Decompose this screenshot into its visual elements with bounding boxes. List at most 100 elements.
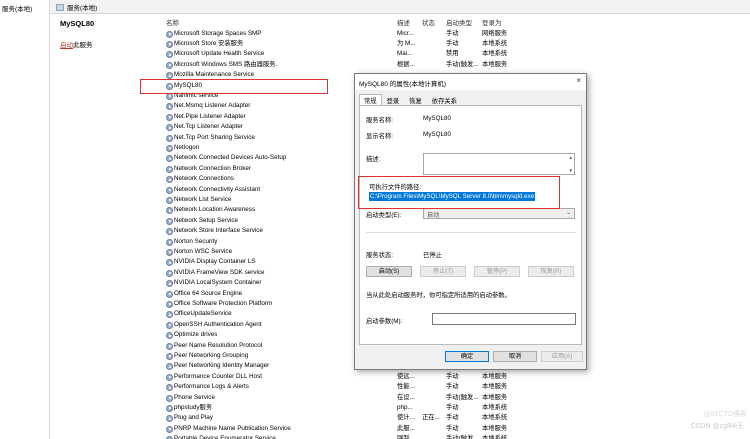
gear-icon	[166, 342, 173, 350]
table-row[interactable]: Microsoft Windows SMS 路由器服务. 根据... 手动(触发..…	[160, 60, 720, 71]
gear-icon	[166, 415, 173, 423]
nav-root-services-local[interactable]: 服务(本地)	[2, 3, 32, 13]
stop-button[interactable]: 停止(T)	[420, 266, 466, 277]
service-startup: 手动	[446, 29, 459, 37]
service-name: Network Connection Broker	[174, 164, 251, 172]
gear-icon	[166, 155, 173, 163]
service-name: Net.Tcp Listener Adapter	[174, 123, 243, 131]
table-row[interactable]: Microsoft Update Health Service Mai... 禁用 本…	[160, 49, 720, 60]
tab-logon[interactable]: 登录	[382, 94, 405, 105]
service-desc: php...	[397, 403, 413, 411]
service-logon: 本地服务	[482, 372, 508, 380]
gear-icon	[166, 30, 173, 38]
column-header-status[interactable]: 状态	[422, 17, 435, 27]
tab-dependencies[interactable]: 依存关系	[427, 94, 462, 105]
column-header-logon[interactable]: 登录为	[482, 17, 502, 27]
ok-button[interactable]: 确定	[445, 351, 489, 362]
service-startup: 手动(触发...	[446, 435, 479, 439]
service-status-label: 服务状态:	[366, 252, 393, 259]
service-name: Network Location Awareness	[174, 206, 256, 214]
table-row[interactable]: Performance Counter DLL Host 使远... 手动 本地服务	[160, 372, 720, 383]
column-header-name[interactable]: 名称	[166, 17, 179, 27]
table-row[interactable]: phpstudy服务 php... 手动 本地系统	[160, 403, 720, 414]
service-name: Optimize drives	[174, 331, 218, 339]
scroll-up-icon[interactable]: ▲	[569, 155, 573, 160]
nav-tree: 服务(本地)	[0, 0, 50, 439]
close-icon[interactable]: ×	[576, 76, 581, 85]
service-name-label: 服务名称:	[366, 117, 393, 124]
service-name: NVIDIA LocalSystem Container	[174, 279, 262, 287]
path-highlight-box	[358, 176, 560, 209]
table-row[interactable]: PNRP Machine Name Publication Service 此服.…	[160, 424, 720, 435]
mysql-highlight-box	[140, 79, 328, 94]
gear-icon	[166, 352, 173, 360]
service-desc: Mai...	[397, 50, 413, 58]
gear-icon	[166, 134, 173, 142]
service-logon: 本地系统	[482, 403, 508, 411]
table-row[interactable]: Portable Device Enumerator Service 强制... 手…	[160, 434, 720, 439]
gear-icon	[166, 248, 173, 256]
table-row[interactable]: Plug and Play 使计... 正在... 手动 本地系统	[160, 413, 720, 424]
service-name: Office Software Protection Platform	[174, 299, 273, 307]
start-link[interactable]: 启动	[60, 42, 73, 49]
service-name: Performance Counter DLL Host	[174, 372, 262, 380]
service-desc: 使计...	[397, 414, 415, 422]
gear-icon	[166, 259, 173, 267]
service-name: Peer Networking Grouping	[174, 351, 249, 359]
scroll-down-icon[interactable]: ▼	[569, 168, 573, 173]
gear-icon	[166, 124, 173, 132]
service-name: Peer Name Resolution Protocol	[174, 341, 263, 349]
resume-button[interactable]: 恢复(R)	[528, 266, 574, 277]
service-name: Network Store Interface Service	[174, 227, 263, 235]
service-name: Net.Tcp Port Sharing Service	[174, 133, 255, 141]
description-field[interactable]: ▲ ▼	[423, 153, 575, 175]
gear-icon	[166, 373, 173, 381]
table-row[interactable]: Microsoft Storage Spaces SMP Micr... 手动 网络服…	[160, 29, 720, 40]
gear-icon	[166, 332, 173, 340]
gear-icon	[166, 290, 173, 298]
apply-button[interactable]: 应用(A)	[541, 351, 583, 362]
gear-icon	[166, 394, 173, 402]
service-name: Norton Security	[174, 237, 218, 245]
service-startup: 手动	[446, 39, 459, 47]
service-name: Network Connectivity Assistant	[174, 185, 261, 193]
dialog-title: MySQL80 的属性(本地计算机)	[359, 81, 447, 88]
service-desc: 使远...	[397, 372, 415, 380]
start-button[interactable]: 启动(S)	[366, 266, 412, 277]
service-name: Network List Service	[174, 195, 232, 203]
selected-service-pane: MySQL80 启动此服务	[51, 14, 159, 439]
gear-icon	[166, 280, 173, 288]
service-name: Portable Device Enumerator Service	[174, 435, 276, 439]
service-logon: 本地系统	[482, 435, 508, 439]
service-logon: 本地服务	[482, 383, 508, 391]
service-status: 正在...	[422, 414, 440, 422]
service-logon: 本地系统	[482, 39, 508, 47]
params-hint: 当从此处启动服务时，你可指定所适用的启动参数。	[366, 292, 511, 299]
tab-general[interactable]: 常规	[359, 94, 382, 105]
table-row[interactable]: Microsoft Store 安装服务 为 M... 手动 本地系统	[160, 39, 720, 50]
cancel-button[interactable]: 取消	[493, 351, 537, 362]
gear-icon	[166, 217, 173, 225]
service-name: NVIDIA Display Container LS	[174, 258, 256, 266]
gear-icon	[166, 40, 173, 48]
service-name: Net.Msmq Listener Adapter	[174, 102, 251, 110]
gear-icon	[166, 51, 173, 59]
start-params-input[interactable]	[432, 313, 576, 325]
service-name: Microsoft Windows SMS 路由器服务.	[174, 60, 278, 68]
pause-button[interactable]: 暂停(P)	[474, 266, 520, 277]
tab-recovery[interactable]: 恢复	[404, 94, 427, 105]
column-header-desc[interactable]: 描述	[397, 17, 410, 27]
column-header-startup[interactable]: 启动类型	[446, 17, 472, 27]
service-name: Network Connected Devices Auto-Setup	[174, 154, 287, 162]
gear-icon	[166, 144, 173, 152]
service-name: phpstudy服务	[174, 403, 213, 411]
service-logon: 网络服务	[482, 29, 508, 37]
service-startup: 手动	[446, 403, 459, 411]
table-row[interactable]: Performance Logs & Alerts 性能... 手动 本地服务	[160, 382, 720, 393]
service-name: Microsoft Update Health Service	[174, 50, 265, 58]
service-logon: 本地系统	[482, 50, 508, 58]
service-name: Plug and Play	[174, 414, 213, 422]
startup-type-select[interactable]: 自动 ⌄	[423, 208, 575, 219]
table-row[interactable]: Phone Service 在设... 手动(触发... 本地服务	[160, 393, 720, 404]
pane-header-label: 服务(本地)	[67, 5, 98, 12]
